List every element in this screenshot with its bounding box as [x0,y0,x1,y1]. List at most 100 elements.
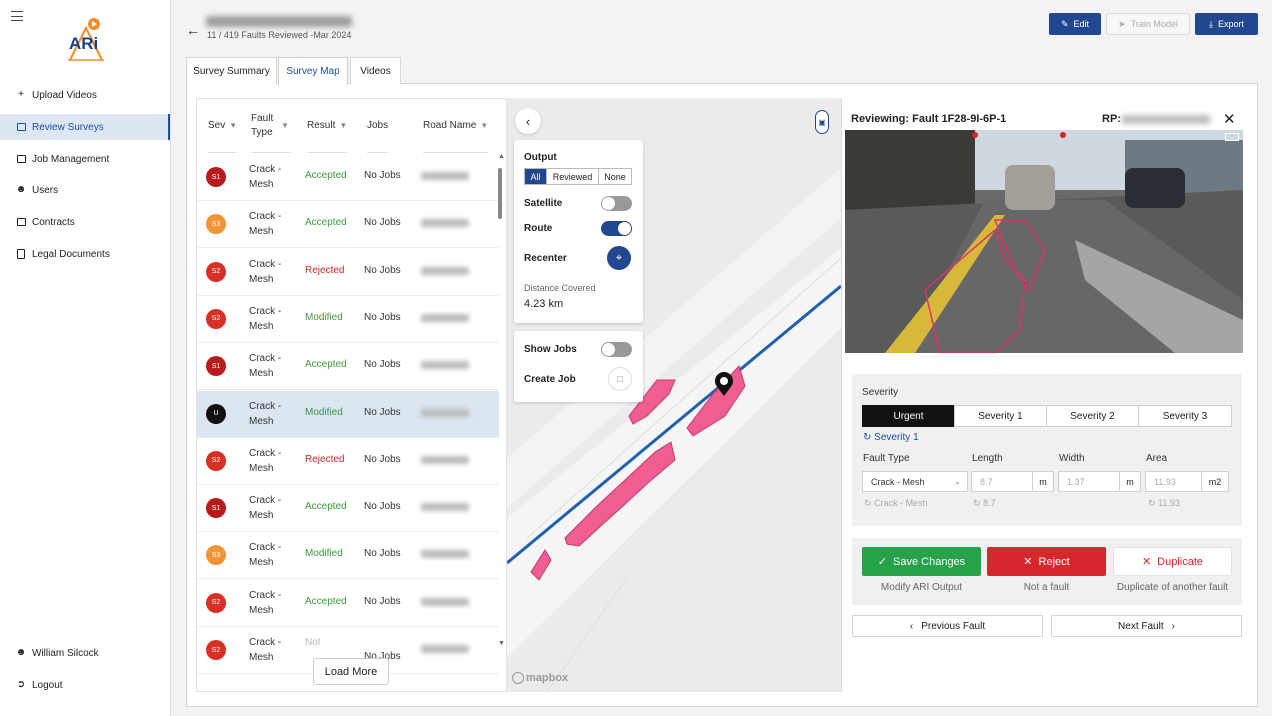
table-row[interactable]: S2 Crack - Mesh Modified No Jobs [197,296,499,343]
sidebar-item-contracts[interactable]: Contracts [0,209,170,235]
route-label: Route [524,223,553,234]
attribution-text: mapbox [526,672,569,684]
tab-videos[interactable]: Videos [350,57,401,84]
image-expand-icon[interactable] [1225,133,1239,141]
hamburger-menu-icon[interactable] [11,11,23,21]
col-label: Sev [208,120,226,131]
scroll-up-arrow-icon[interactable]: ▲ [498,153,505,160]
train-model-button[interactable]: ➤ Train Model [1106,13,1190,35]
table-row[interactable]: S1 Crack - Mesh Accepted No Jobs [197,485,499,533]
road-name-redacted [421,503,469,512]
edit-button[interactable]: ✎ Edit [1049,13,1101,35]
length-input[interactable]: 8.7 [971,471,1033,492]
table-row[interactable]: S2 Crack - Mesh Rejected No Jobs [197,249,499,296]
table-row[interactable]: S2 Crack - Mesh Accepted No Jobs [197,580,499,627]
width-input[interactable]: 1.37 [1058,471,1120,492]
original-severity-text: Severity 1 [874,432,919,443]
next-fault-button[interactable]: Next Fault › [1051,615,1242,637]
send-icon: ➤ [1118,18,1126,29]
create-job-label: Create Job [524,374,576,385]
col-header-road-name[interactable]: Road Name ▼ [423,99,489,153]
table-row[interactable]: S3 Crack - Mesh Accepted No Jobs [197,201,499,249]
output-option-none[interactable]: None [598,169,631,184]
road-name-redacted [421,550,469,559]
table-scrollbar[interactable] [498,168,502,219]
table-row[interactable]: S1 Crack - Mesh Accepted No Jobs [197,154,499,201]
original-severity[interactable]: ↻ Severity 1 [863,432,919,443]
next-fault-label: Next Fault [1118,620,1164,632]
survey-map[interactable]: ‹ ▣ Output All Reviewed None Satellite R… [507,98,841,692]
severity-tab-3[interactable]: Severity 3 [1138,405,1232,427]
tab-survey-summary[interactable]: Survey Summary [186,57,277,84]
sidebar-item-label: Upload Videos [32,89,97,101]
map-collapse-button[interactable]: ‹ [515,108,541,134]
filter-icon[interactable]: ▼ [229,121,237,130]
survey-subtitle: 11 / 419 Faults Reviewed -Mar 2024 [207,30,352,40]
show-jobs-toggle[interactable] [601,342,632,357]
user-icon: ☻ [15,647,27,658]
original-fault-type[interactable]: ↻ Crack - Mesh [864,498,928,509]
result-cell: Modified [305,311,343,323]
fault-type-cell: Crack - Mesh [249,353,282,380]
col-header-sev[interactable]: Sev ▼ [208,99,238,153]
sidebar-item-upload-videos[interactable]: + Upload Videos [0,82,170,108]
severity-tab-urgent[interactable]: Urgent [862,405,955,427]
load-more-button[interactable]: Load More [313,658,389,685]
table-row[interactable]: S1 Crack - Mesh Accepted No Jobs [197,343,499,391]
revert-icon: ↻ [863,432,872,443]
create-job-button[interactable]: □ [608,367,632,391]
user-profile[interactable]: ☻ William Silcock [0,640,170,666]
fault-type-value: Crack - Mesh [871,476,925,487]
table-row[interactable]: U Crack - Mesh Modified No Jobs [197,390,499,438]
filter-icon[interactable]: ▼ [480,121,488,130]
reject-caption: Not a fault [1023,582,1070,593]
duplicate-button[interactable]: ✕ Duplicate [1113,547,1232,576]
close-icon[interactable]: ✕ [1223,110,1236,128]
mapbox-attribution[interactable]: mapbox [512,672,568,684]
area-unit: m2 [1201,471,1229,492]
satellite-toggle[interactable] [601,196,632,211]
distance-value: 4.23 km [524,298,564,310]
severity-tab-2[interactable]: Severity 2 [1046,405,1139,427]
logout-button[interactable]: ➲ Logout [0,672,170,698]
table-row[interactable]: S3 Crack - Mesh Modified No Jobs [197,532,499,580]
col-header-fault-type[interactable]: Fault Type ▼ [251,99,291,153]
logout-label: Logout [32,679,63,691]
save-changes-button[interactable]: ✓ Save Changes [862,547,981,576]
fault-image[interactable] [845,130,1243,353]
fault-type-select[interactable]: Crack - Mesh ⌄ [862,471,968,492]
previous-fault-button[interactable]: ‹ Previous Fault [852,615,1043,637]
original-area[interactable]: ↻ 11.93 [1148,498,1180,509]
survey-title-redacted [206,16,352,27]
sidebar-item-legal-documents[interactable]: Legal Documents [0,241,170,267]
severity-tab-1[interactable]: Severity 1 [954,405,1047,427]
ari-logo: ARi [62,16,110,64]
back-arrow-icon[interactable]: ← [186,22,200,38]
output-option-reviewed[interactable]: Reviewed [546,169,598,184]
tab-survey-map[interactable]: Survey Map [278,57,348,85]
export-button[interactable]: ⤓ Export [1195,13,1258,35]
jobs-cell: No Jobs [364,595,401,607]
plus-icon: + [18,89,24,100]
original-length[interactable]: ↻ 8.7 [973,498,996,509]
length-unit: m [1032,471,1054,492]
sidebar-item-review-surveys[interactable]: Review Surveys [0,114,170,140]
route-toggle[interactable] [601,221,632,236]
fault-type-cell: Crack - Mesh [249,589,282,616]
area-input[interactable]: 11.93 [1145,471,1202,492]
sidebar: ARi + Upload Videos Review Surveys Job M… [0,0,171,716]
table-row[interactable]: S2 Crack - Mesh Rejected No Jobs [197,438,499,485]
filter-icon[interactable]: ▼ [339,121,347,130]
result-cell: Accepted [305,217,347,229]
col-header-result[interactable]: Result ▼ [307,99,348,153]
fullscreen-icon[interactable]: ▣ [815,110,829,134]
reject-button[interactable]: ✕ Reject [987,547,1106,576]
output-option-all[interactable]: All [525,169,546,184]
recenter-button[interactable]: ⌖ [607,246,631,270]
scroll-down-arrow-icon[interactable]: ▼ [498,640,505,647]
sidebar-item-users[interactable]: ☻ Users [0,177,170,203]
sidebar-item-job-management[interactable]: Job Management [0,146,170,172]
filter-icon[interactable]: ▼ [281,121,289,130]
fault-type-label: Fault Type [863,453,910,464]
severity-badge: S2 [206,450,226,471]
